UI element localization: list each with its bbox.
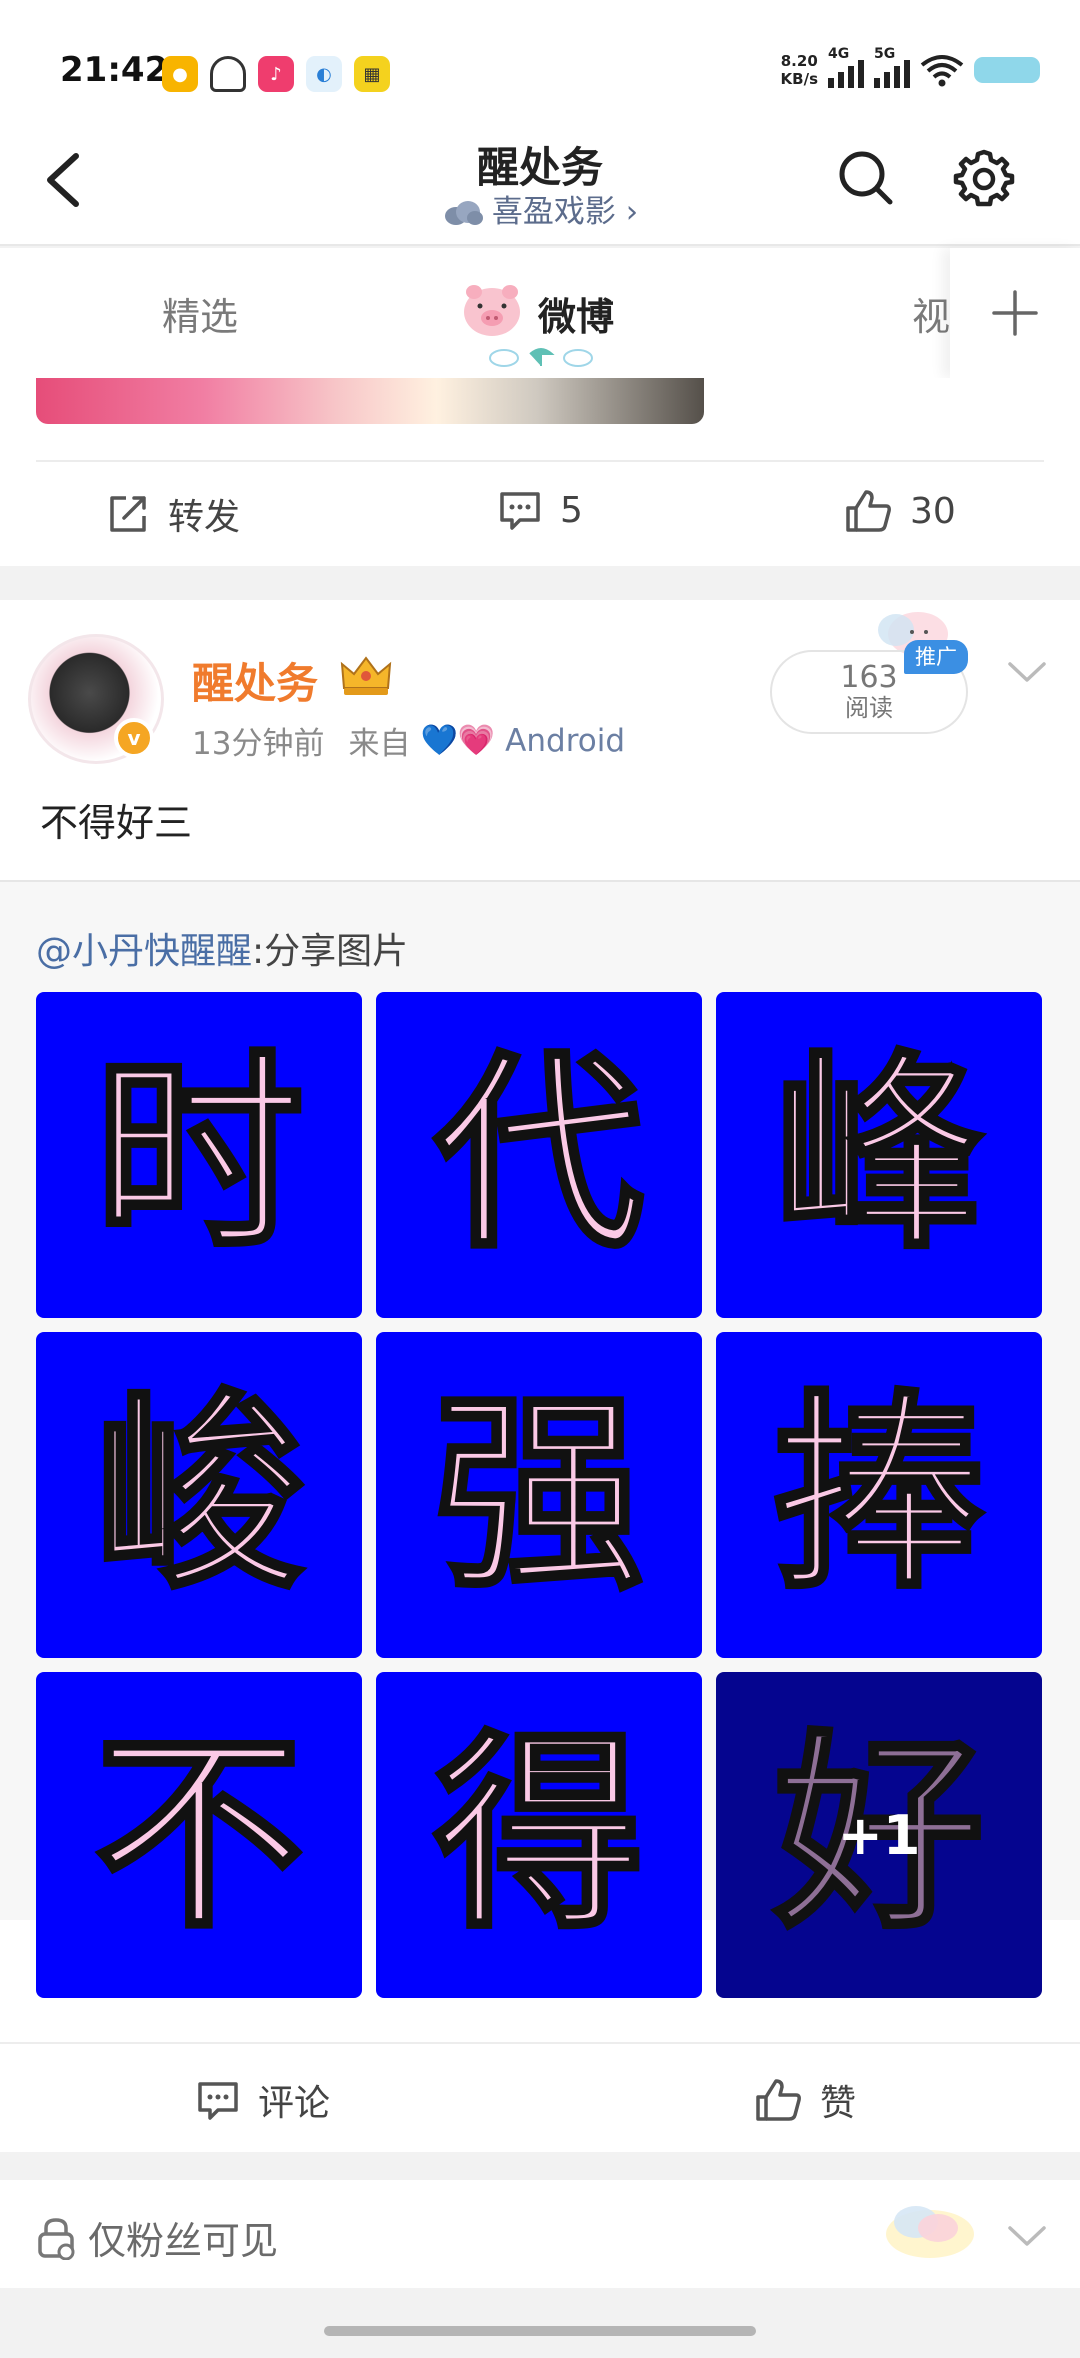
weibo-post-card: v 醒处务 13分钟前 来自 💙💗 Android 163 阅读 推广 不得好三	[0, 600, 1080, 2152]
headphones-icon	[210, 56, 246, 92]
status-time: 21:42	[60, 50, 169, 90]
page-subtitle-link[interactable]: 喜盈戏影 ›	[0, 186, 1080, 231]
profile-tabs: 精选 微博 视	[0, 248, 1080, 378]
post-source-device[interactable]: Android	[505, 723, 625, 759]
fans-only-post-card[interactable]: 仅粉丝可见	[0, 2180, 1080, 2288]
thumbs-up-icon	[846, 490, 891, 532]
subtitle-chevron-icon: ›	[625, 194, 639, 230]
more-images-badge: +1	[837, 1803, 921, 1867]
home-indicator[interactable]	[324, 2326, 756, 2336]
cloud-decoration-icon	[489, 348, 593, 367]
image-tile-5[interactable]: 强	[376, 1332, 702, 1658]
signal-4g-icon: 4G	[828, 46, 864, 88]
read-label: 阅读	[845, 694, 893, 722]
image-tile-2[interactable]: 代	[376, 992, 702, 1318]
weibo-notification-icon: ●	[162, 56, 198, 92]
post-time: 13分钟前	[192, 726, 325, 762]
repost-header: @小丹快醒醒:分享图片	[36, 922, 408, 974]
top-nav-bar: 醒处务 喜盈戏影 ›	[0, 120, 1080, 246]
post-text: 不得好三	[40, 801, 193, 845]
mentioned-user-link[interactable]: @小丹快醒醒	[36, 931, 252, 972]
weibo-profile-screen: 21:42 ● ♪ ◐ ▦ 8.20 KB/s 4G 5G 醒处务 喜盈戏影 ›…	[0, 0, 1080, 2358]
divider	[0, 880, 1080, 882]
image-tile-8[interactable]: 得	[376, 1672, 702, 1998]
image-grid: 时 代 峰 峻 强 捧 不 得 好 +1	[36, 992, 1044, 2002]
settings-gear-icon[interactable]	[952, 146, 1016, 210]
vip-crown-icon	[340, 656, 392, 695]
image-tile-9-more[interactable]: 好 +1	[716, 1672, 1042, 1998]
previous-post-image[interactable]	[36, 378, 704, 424]
cloud-icon	[444, 201, 483, 225]
search-icon[interactable]	[836, 148, 896, 208]
net-speed: 8.20 KB/s	[780, 52, 818, 88]
status-bar: 21:42 ● ♪ ◐ ▦ 8.20 KB/s 4G 5G	[0, 0, 1080, 120]
comment-button[interactable]: 5	[498, 488, 583, 532]
like-button[interactable]: 30	[844, 488, 956, 534]
battery-icon	[974, 57, 1040, 83]
signal-5g-icon: 5G	[874, 46, 910, 88]
music-app-icon: ♪	[258, 56, 294, 92]
comment-icon	[500, 492, 540, 530]
image-tile-6[interactable]: 捧	[716, 1332, 1042, 1658]
source-hearts: 💙💗	[420, 723, 496, 758]
author-name[interactable]: 醒处务	[192, 650, 318, 711]
sleeping-pig-decoration-icon	[886, 2206, 974, 2258]
tab-video[interactable]: 视	[912, 286, 950, 341]
lock-icon	[38, 2217, 75, 2260]
browser-app-icon: ◐	[306, 56, 342, 92]
fans-only-label: 仅粉丝可见	[36, 2210, 278, 2265]
like-button[interactable]: 赞	[754, 2074, 856, 2126]
divider	[36, 460, 1044, 462]
comment-icon	[198, 2082, 238, 2120]
pig-mascot-icon	[464, 285, 520, 336]
tab-featured[interactable]: 精选	[162, 286, 238, 341]
thumbs-up-icon	[756, 2079, 801, 2121]
status-app-icons: ● ♪ ◐ ▦	[162, 56, 390, 92]
chevron-down-icon[interactable]	[1004, 2220, 1050, 2250]
verified-badge-icon: v	[114, 718, 154, 758]
comment-button[interactable]: 评论	[196, 2074, 330, 2126]
tab-weibo[interactable]: 微博	[538, 286, 614, 341]
status-right: 8.20 KB/s 4G 5G	[780, 46, 1040, 88]
post-meta: 13分钟前 来自 💙💗 Android	[192, 718, 625, 763]
reposted-content[interactable]: @小丹快醒醒:分享图片 时 代 峰 峻 强 捧 不 得 好 +1	[0, 880, 1080, 1998]
previous-post-card: 转发 5 30	[0, 378, 1080, 566]
repost-content-text: :分享图片	[252, 931, 409, 972]
repost-button[interactable]: 转发	[106, 488, 240, 540]
post-source-prefix: 来自	[348, 726, 411, 762]
image-tile-7[interactable]: 不	[36, 1672, 362, 1998]
add-tab-button[interactable]	[950, 248, 1080, 378]
image-tile-1[interactable]: 时	[36, 992, 362, 1318]
mail-app-icon: ▦	[354, 56, 390, 92]
repost-icon	[110, 496, 146, 532]
image-tile-4[interactable]: 峻	[36, 1332, 362, 1658]
post-action-bar: 评论 赞	[0, 2042, 1080, 2152]
wifi-icon	[920, 55, 964, 87]
promote-badge[interactable]: 推广	[904, 640, 968, 674]
plus-icon	[992, 290, 1038, 336]
image-tile-3[interactable]: 峰	[716, 992, 1042, 1318]
chevron-down-icon[interactable]	[1004, 656, 1050, 686]
